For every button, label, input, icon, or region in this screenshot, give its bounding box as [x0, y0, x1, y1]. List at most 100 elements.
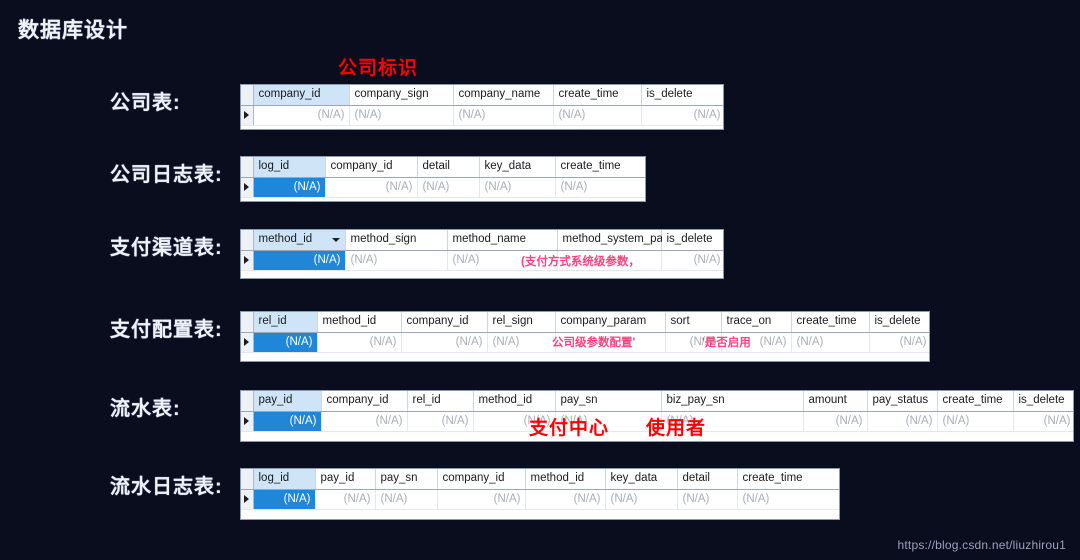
column-header-rel_sign[interactable]: rel_sign [487, 312, 556, 333]
cell-is_delete[interactable]: (N/A) [1013, 411, 1073, 433]
column-header-sort[interactable]: sort [665, 312, 722, 333]
column-header-company_id[interactable]: company_id [253, 85, 350, 106]
table-header-row: rel_id method_id company_id rel_sign com… [241, 312, 929, 333]
column-header-method_id[interactable]: method_id [473, 391, 556, 412]
cell-pay_sn[interactable]: (N/A) [375, 489, 438, 511]
column-header-method_id[interactable]: method_id [317, 312, 402, 333]
column-header-method_id[interactable]: method_id [253, 230, 346, 251]
cell-pay_status[interactable]: (N/A) [867, 411, 938, 433]
cell-rel_id[interactable]: (N/A) [253, 332, 318, 353]
table-row[interactable]: (N/A) (N/A) (N/A) (N/A) (N/A) [241, 177, 645, 198]
cell-is_delete[interactable]: (N/A) [869, 332, 929, 353]
current-row-arrow-icon [244, 111, 249, 119]
cell-amount[interactable]: (N/A) [803, 411, 868, 433]
cell-pay_id[interactable]: (N/A) [253, 411, 322, 433]
cell-company_id[interactable]: (N/A) [325, 177, 418, 198]
table-row[interactable]: (N/A) (N/A) (N/A) (N/A) (N/A) [241, 105, 723, 126]
cell-method_id[interactable]: (N/A) [525, 489, 606, 511]
column-header-company_param[interactable]: company_param [555, 312, 666, 333]
current-row-arrow-icon [244, 495, 249, 504]
table-label-pay-method: 支付渠道表: [110, 237, 223, 259]
column-header-biz_pay_sn[interactable]: biz_pay_sn [661, 391, 804, 412]
cell-company_id[interactable]: (N/A) [401, 332, 488, 353]
row-selector[interactable] [241, 250, 254, 271]
column-header-method_sign[interactable]: method_sign [345, 230, 448, 251]
column-header-is_delete[interactable]: is_delete [869, 312, 929, 333]
column-header-create_time[interactable]: create_time [737, 469, 839, 490]
column-header-detail[interactable]: detail [417, 157, 480, 178]
column-header-is_delete[interactable]: is_delete [641, 85, 723, 106]
cell-create_time[interactable]: (N/A) [553, 105, 642, 126]
row-selector[interactable] [241, 105, 254, 126]
column-header-pay_id[interactable]: pay_id [253, 391, 322, 412]
column-header-detail[interactable]: detail [677, 469, 738, 490]
table-header-row: pay_id company_id rel_id method_id pay_s… [241, 391, 1073, 412]
cell-create_time[interactable]: (N/A) [937, 411, 1014, 433]
table-company[interactable]: company_id company_sign company_name cre… [240, 84, 724, 130]
column-header-create_time[interactable]: create_time [553, 85, 642, 106]
column-header-pay_id[interactable]: pay_id [315, 469, 376, 490]
annotation-pay-center: 支付中心 [529, 418, 610, 439]
row-selector[interactable] [241, 411, 254, 433]
cell-detail[interactable]: (N/A) [417, 177, 480, 198]
column-header-pay_sn[interactable]: pay_sn [375, 469, 438, 490]
cell-log_id[interactable]: (N/A) [253, 177, 326, 198]
cell-create_time[interactable]: (N/A) [791, 332, 870, 353]
cell-key_data[interactable]: (N/A) [605, 489, 678, 511]
column-header-rel_id[interactable]: rel_id [253, 312, 318, 333]
cell-detail[interactable]: (N/A) [677, 489, 738, 511]
column-header-key_data[interactable]: key_data [479, 157, 556, 178]
column-header-method_id-label: method_id [258, 233, 313, 246]
cell-create_time[interactable]: (N/A) [555, 177, 645, 198]
column-header-method_system_param[interactable]: method_system_param [557, 230, 683, 251]
cell-method_id[interactable]: (N/A) [253, 250, 346, 271]
cell-company_id[interactable]: (N/A) [437, 489, 526, 511]
chevron-down-icon[interactable] [331, 237, 340, 242]
column-header-pay_sn[interactable]: pay_sn [555, 391, 662, 412]
column-header-pay_status[interactable]: pay_status [867, 391, 938, 412]
column-header-is_delete[interactable]: is_delete [1013, 391, 1073, 412]
cell-is_delete[interactable]: (N/A) [641, 105, 723, 126]
column-header-create_time[interactable]: create_time [937, 391, 1014, 412]
column-header-trace_on[interactable]: trace_on [721, 312, 792, 333]
row-selector[interactable] [241, 489, 254, 511]
cell-is_delete[interactable]: (N/A) [661, 250, 723, 271]
column-header-rel_id[interactable]: rel_id [407, 391, 474, 412]
cell-company_id[interactable]: (N/A) [253, 105, 350, 126]
row-selector[interactable] [241, 177, 254, 198]
cell-create_time[interactable]: (N/A) [737, 489, 839, 511]
table-empty-area [241, 509, 839, 519]
cell-company_sign[interactable]: (N/A) [349, 105, 454, 126]
column-header-company_id[interactable]: company_id [437, 469, 526, 490]
column-header-method_name[interactable]: method_name [447, 230, 558, 251]
column-header-create_time[interactable]: create_time [555, 157, 645, 178]
table-pay-method[interactable]: method_id method_sign method_name method… [240, 229, 724, 279]
column-header-company_name[interactable]: company_name [453, 85, 554, 106]
column-header-company_id[interactable]: company_id [321, 391, 408, 412]
column-header-method_id[interactable]: method_id [525, 469, 606, 490]
cell-rel_sign[interactable]: (N/A) [487, 332, 556, 353]
cell-company_id[interactable]: (N/A) [321, 411, 408, 433]
column-header-is_delete[interactable]: is_delete [661, 230, 723, 251]
table-row[interactable]: (N/A) (N/A) (N/A) (N/A) [241, 250, 723, 271]
column-header-log_id[interactable]: log_id [253, 157, 326, 178]
cell-log_id[interactable]: (N/A) [253, 489, 316, 511]
cell-company_name[interactable]: (N/A) [453, 105, 554, 126]
column-header-log_id[interactable]: log_id [253, 469, 316, 490]
cell-method_sign[interactable]: (N/A) [345, 250, 448, 271]
table-row[interactable]: (N/A) (N/A) (N/A) (N/A) (N/A) (N/A) (N/A… [241, 489, 839, 511]
cell-pay_id[interactable]: (N/A) [315, 489, 376, 511]
column-header-create_time[interactable]: create_time [791, 312, 870, 333]
cell-rel_id[interactable]: (N/A) [407, 411, 474, 433]
table-company-log[interactable]: log_id company_id detail key_data create… [240, 156, 646, 202]
column-header-company_id[interactable]: company_id [325, 157, 418, 178]
cell-method_id[interactable]: (N/A) [317, 332, 402, 353]
column-header-company_sign[interactable]: company_sign [349, 85, 454, 106]
column-header-company_id[interactable]: company_id [401, 312, 488, 333]
cell-key_data[interactable]: (N/A) [479, 177, 556, 198]
table-label-pay-config: 支付配置表: [110, 319, 223, 341]
column-header-key_data[interactable]: key_data [605, 469, 678, 490]
table-pay-flow-log[interactable]: log_id pay_id pay_sn company_id method_i… [240, 468, 840, 520]
row-selector[interactable] [241, 332, 254, 353]
column-header-amount[interactable]: amount [803, 391, 868, 412]
